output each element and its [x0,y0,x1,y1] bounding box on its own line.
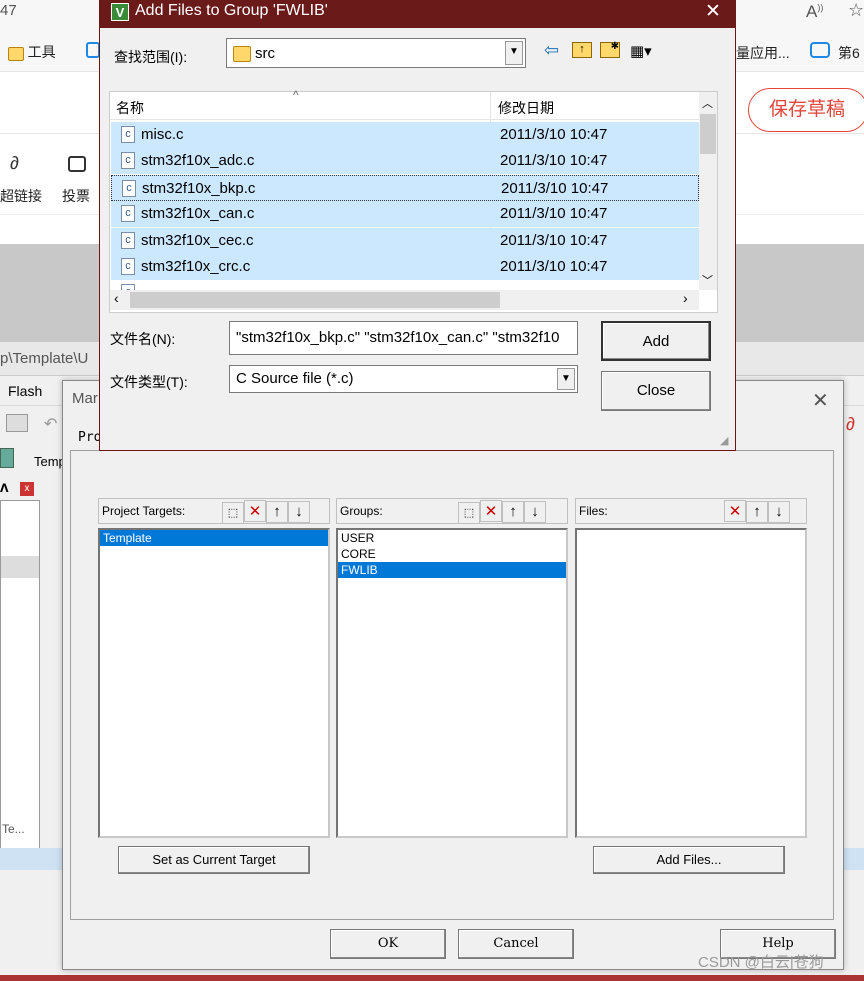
column-name[interactable]: 名称 [116,98,144,118]
groups-list[interactable]: USER CORE FWLIB [336,528,568,838]
chevron-down-icon[interactable]: ▼ [557,368,575,390]
add-files-title: Add Files to Group 'FWLIB' [135,2,328,19]
set-current-target-button[interactable]: Set as Current Target [118,846,310,874]
move-up-icon[interactable]: ↑ [502,500,524,523]
horizontal-scroll-thumb[interactable] [130,292,500,308]
bilibili-icon [810,42,830,58]
ide-path-text: p\Template\U [0,350,89,367]
column-date[interactable]: 修改日期 [498,98,554,118]
new-folder-icon[interactable]: ✱ [600,42,620,58]
file-row[interactable]: c stm32f10x_can.c 2011/3/10 10:47 [111,201,699,227]
c-file-icon: c [121,152,135,169]
delete-target-icon[interactable]: ✕ [244,500,266,522]
resize-grip-icon[interactable]: ◢ [720,434,728,447]
file-row[interactable]: c stm32f10x_adc.c 2011/3/10 10:47 [111,148,699,174]
hyperlink-tool[interactable]: 超链接 [0,186,42,206]
new-target-icon[interactable]: ⬚ [222,501,244,524]
list-item[interactable]: CORE [338,546,566,562]
move-up-icon[interactable]: ↑ [266,500,288,523]
back-icon[interactable]: ⇦ [544,40,559,61]
c-file-icon: c [122,180,136,197]
file-row-partial[interactable]: c [111,280,699,290]
move-down-icon[interactable]: ↓ [768,500,790,523]
move-up-icon[interactable]: ↑ [746,500,768,523]
paste-icon[interactable] [6,414,28,432]
file-row[interactable]: c stm32f10x_crc.c 2011/3/10 10:47 [111,254,699,280]
delete-group-icon[interactable]: ✕ [480,500,502,522]
lookin-label: 查找范围(I): [114,49,188,65]
groups-toolbar: ⬚ ✕ ↑ ↓ [458,500,546,524]
file-row-focused[interactable]: c stm32f10x_bkp.c 2011/3/10 10:47 [111,175,699,201]
project-pane [0,500,40,860]
scroll-up-icon[interactable]: ︿ [702,95,713,111]
move-down-icon[interactable]: ↓ [288,500,310,523]
folder-icon [233,46,251,63]
menu-flash[interactable]: Flash [8,383,42,399]
manage-close-icon[interactable]: ✕ [812,388,829,413]
favorite-star-icon[interactable]: ☆ [848,0,864,21]
files-toolbar: ✕ ↑ ↓ [724,500,790,523]
targets-toolbar: ⬚ ✕ ↑ ↓ [222,500,310,524]
filename-input[interactable]: "stm32f10x_bkp.c" "stm32f10x_can.c" "stm… [229,321,578,355]
bookmark-item[interactable]: 第6 [838,43,860,63]
add-files-button[interactable]: Add Files... [593,846,785,874]
scroll-left-icon[interactable]: ‹ [114,290,119,306]
file-rows: c misc.c 2011/3/10 10:47 c stm32f10x_adc.c 2… [110,122,699,290]
scroll-down-icon[interactable]: ﹀ [702,272,713,288]
link-icon[interactable]: ∂ [10,153,19,174]
vertical-scroll-thumb[interactable] [700,114,716,154]
bookmark-tools[interactable]: 工具 [8,42,56,62]
load-icon[interactable] [0,448,14,468]
keil-app-icon: V [111,3,129,21]
save-draft-button[interactable]: 保存草稿 [748,88,864,132]
lookin-select[interactable]: src ▼ [226,38,526,68]
cancel-button[interactable]: Cancel [458,929,574,959]
filetype-select[interactable]: C Source file (*.c) ▼ [229,365,578,393]
c-file-icon: c [121,258,135,275]
c-file-icon: c [121,232,135,249]
targets-list[interactable]: Template [98,528,330,838]
project-tree-row[interactable] [1,556,39,578]
new-group-icon[interactable]: ⬚ [458,501,480,524]
c-file-icon: c [121,126,135,143]
up-folder-icon[interactable]: ↑ [572,42,592,58]
manage-dialog-title: Mar [72,390,98,407]
read-aloud-icon[interactable]: A)) [806,2,823,22]
file-row[interactable]: c stm32f10x_cec.c 2011/3/10 10:47 [111,228,699,254]
add-button[interactable]: Add [601,321,711,361]
file-row[interactable]: c misc.c 2011/3/10 10:47 [111,122,699,148]
chevron-down-icon[interactable]: ▼ [505,41,523,65]
close-button[interactable]: Close [601,371,711,411]
close-icon[interactable]: x [20,482,34,496]
ok-button[interactable]: OK [330,929,446,959]
undo-icon[interactable]: ↶ [44,414,57,434]
top-left-text: 47 [0,2,17,19]
folder-icon [8,46,24,61]
bookmark-app[interactable]: 量应用... [736,43,790,63]
files-list[interactable] [575,528,807,838]
vote-tool[interactable]: 投票 [62,186,90,206]
status-tab[interactable]: Te... [2,822,25,836]
filetype-label: 文件类型(T): [110,374,188,390]
scroll-right-icon[interactable]: › [683,290,688,306]
filename-label: 文件名(N): [110,331,176,347]
watermark: CSDN @白云|苍狗 [698,954,824,971]
delete-file-icon[interactable]: ✕ [724,500,746,522]
c-file-icon: c [121,205,135,222]
sort-up-icon: ^ [293,88,299,102]
pin-icon[interactable]: ᐱ [0,482,9,495]
tab-project-items[interactable]: Pro [78,430,101,445]
debug-icon[interactable]: ∂ [846,414,855,435]
file-list-header [110,92,699,120]
vote-icon[interactable] [68,156,86,172]
list-item[interactable]: FWLIB [338,562,566,578]
list-item[interactable]: Template [100,530,328,546]
add-files-close-icon[interactable]: ✕ [705,0,721,23]
bookmark-icon[interactable] [86,42,100,58]
taskbar-strip [0,975,864,981]
move-down-icon[interactable]: ↓ [524,500,546,523]
list-item[interactable]: USER [338,530,566,546]
view-menu-icon[interactable]: ▦▾ [630,42,652,60]
